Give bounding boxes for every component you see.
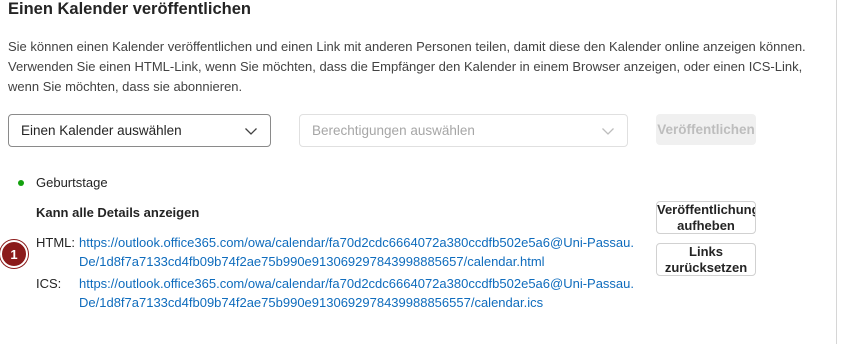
section-description: Sie können einen Kalender veröffentliche… [8, 39, 806, 94]
calendar-select-dropdown[interactable]: Einen Kalender auswählen [8, 114, 271, 147]
html-link-row: HTML: https://outlook.office365.com/owa/… [36, 233, 639, 271]
ics-link[interactable]: https://outlook.office365.com/owa/calend… [79, 274, 639, 312]
calendar-name: Geburtstage [36, 175, 108, 190]
permissions-select-label: Berechtigungen auswählen [312, 123, 475, 138]
html-link-label: HTML: [36, 235, 75, 250]
permissions-select-dropdown[interactable]: Berechtigungen auswählen [299, 114, 628, 147]
section-title: Einen Kalender veröffentlichen [8, 0, 251, 18]
publish-calendar-panel: Einen Kalender veröffentlichen Sie könne… [0, 0, 849, 344]
permission-level: Kann alle Details anzeigen [36, 205, 200, 220]
panel-divider [836, 0, 837, 344]
chevron-down-icon [601, 124, 615, 138]
ics-link-label: ICS: [36, 276, 62, 291]
publish-button[interactable]: Veröffentlichen [656, 114, 756, 145]
unpublish-button[interactable]: Veröffentlichung aufheben [656, 201, 756, 234]
chevron-down-icon [244, 124, 258, 138]
annotation-badge: 1 [0, 240, 28, 268]
status-dot-icon [18, 179, 24, 186]
published-calendar-item: Geburtstage [18, 175, 108, 190]
ics-link-row: ICS: https://outlook.office365.com/owa/c… [36, 274, 639, 312]
html-link[interactable]: https://outlook.office365.com/owa/calend… [79, 233, 639, 271]
reset-links-button[interactable]: Links zurücksetzen [656, 243, 756, 276]
calendar-select-label: Einen Kalender auswählen [21, 123, 182, 138]
